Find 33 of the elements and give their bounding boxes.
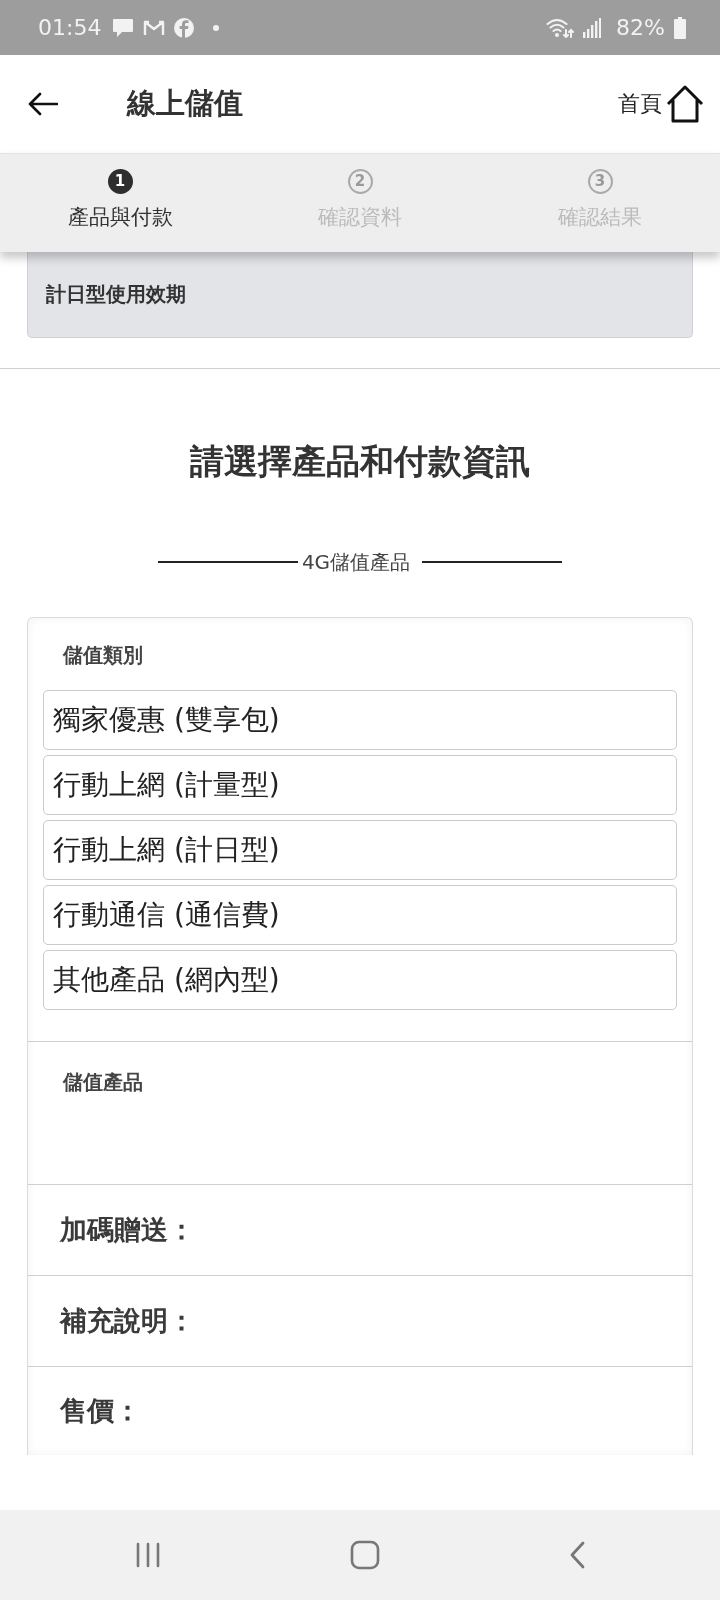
battery-icon: [674, 16, 686, 39]
section-heading: 請選擇產品和付款資訊: [189, 441, 531, 482]
step-number: 1: [107, 169, 133, 194]
detail-label: 補充說明：: [60, 1304, 195, 1338]
category-label: 儲值類別: [63, 643, 144, 667]
category-option[interactable]: 獨家優惠 (雙享包): [43, 690, 677, 750]
home-icon: [666, 85, 704, 123]
battery-level: 82%: [616, 15, 665, 40]
recent-apps-icon[interactable]: [134, 1542, 161, 1568]
category-option[interactable]: 行動上網 (計日型): [43, 820, 677, 880]
message-icon: [112, 17, 135, 38]
dot-icon: [213, 24, 220, 31]
detail-label: 加碼贈送：: [60, 1213, 195, 1247]
wifi-icon: [546, 17, 575, 38]
category-option[interactable]: 行動通信 (通信費): [43, 885, 677, 945]
product-label: 儲值產品: [63, 1070, 143, 1094]
back-arrow-icon[interactable]: [28, 92, 58, 116]
expiry-label: 計日型使用效期: [46, 281, 186, 308]
step-number: 2: [347, 169, 373, 194]
back-nav-icon[interactable]: [569, 1541, 586, 1569]
status-time: 01:54: [38, 15, 102, 40]
signal-icon: [583, 17, 602, 38]
step-label: 產品與付款: [67, 204, 173, 230]
detail-label: 售價：: [60, 1394, 141, 1428]
step-number: 3: [587, 169, 613, 194]
home-button[interactable]: 首頁: [618, 85, 704, 123]
mail-icon: [143, 18, 166, 37]
product-type-title: 4G儲值產品: [301, 550, 411, 574]
home-nav-icon[interactable]: [350, 1540, 380, 1570]
f-logo-icon: [174, 17, 195, 38]
category-option[interactable]: 行動上網 (計量型): [43, 755, 677, 815]
page-title: 線上儲值: [127, 85, 243, 122]
category-option[interactable]: 其他產品 (網內型): [43, 950, 677, 1010]
